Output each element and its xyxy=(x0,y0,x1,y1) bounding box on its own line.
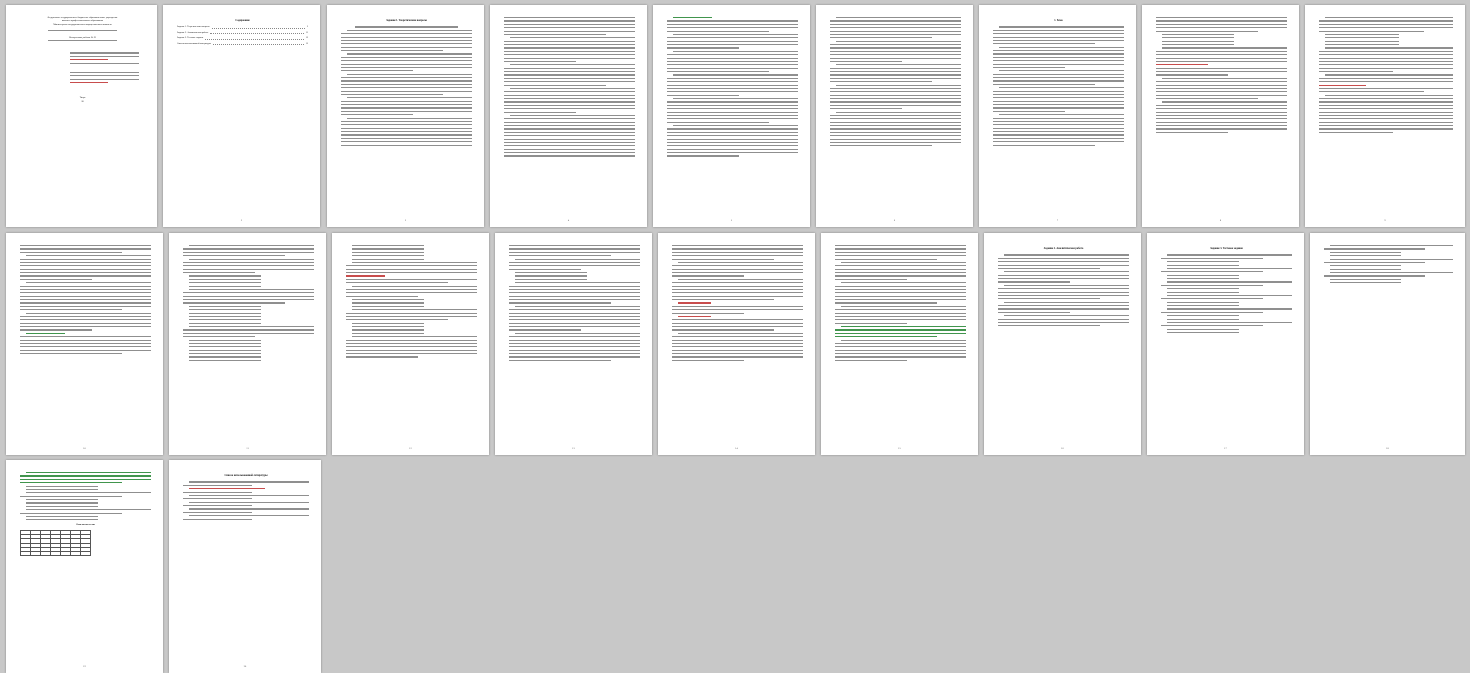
page-number: 4 xyxy=(567,218,570,222)
document-page: 1. Блок 7 xyxy=(979,5,1136,227)
document-page: 8 xyxy=(1142,5,1299,227)
document-page: 11 xyxy=(169,233,326,455)
toc-entry[interactable]: Задание 1. Теоретические вопросы 3 xyxy=(177,26,308,29)
page-number: 8 xyxy=(1219,218,1222,222)
document-page: Задание 2. Аналитическая работа 16 xyxy=(984,233,1141,455)
toc-entry[interactable]: Задание 3. Тестовое задание 13 xyxy=(177,37,308,40)
document-page-references: Список использованной литературы 20 xyxy=(169,460,321,673)
page-number: 20 xyxy=(243,664,247,668)
document-page: 15 xyxy=(821,233,978,455)
toc-entry[interactable]: Задание 2. Аналитическая работа 11 xyxy=(177,32,308,35)
page-number: 2 xyxy=(240,218,243,222)
page-number: 19 xyxy=(83,664,86,668)
page-number: 9 xyxy=(1384,218,1386,222)
document-page: 4 xyxy=(490,5,647,227)
section-heading: 1. Блок xyxy=(1054,19,1063,22)
document-page: 12 xyxy=(332,233,489,455)
page-number: 16 xyxy=(1061,446,1064,450)
document-page-toc: Содержание Задание 1. Теоретические вопр… xyxy=(163,5,320,227)
page-number: 6 xyxy=(893,218,896,222)
document-page: Задание 1. Теоретические вопросы 3 xyxy=(327,5,484,227)
document-page: 13 xyxy=(495,233,652,455)
document-page: 10 xyxy=(6,233,163,455)
page-number: 13 xyxy=(572,446,575,450)
section-heading: Задание 3. Тестовое задание xyxy=(1210,247,1243,250)
document-page: 9 xyxy=(1305,5,1465,227)
document-page: 5 xyxy=(653,5,810,227)
page-number: 12 xyxy=(409,446,412,450)
document-page-cover: Федеральное государственное бюджетное об… xyxy=(6,5,157,227)
references-heading: Список использованной литературы xyxy=(224,474,268,477)
answers-heading: Ответы на тесты xyxy=(76,522,95,526)
page-number: 18 xyxy=(1386,446,1389,450)
section-heading: Задание 2. Аналитическая работа xyxy=(1043,247,1084,250)
document-page: 6 xyxy=(816,5,973,227)
document-page: Задание 3. Тестовое задание 17 xyxy=(1147,233,1304,455)
page-number: 7 xyxy=(1056,218,1059,222)
answers-table xyxy=(20,530,91,557)
section-heading: Задание 1. Теоретические вопросы xyxy=(386,19,427,22)
cover-year: 20 xyxy=(81,100,84,103)
page-number: 15 xyxy=(898,446,901,450)
page-number: 17 xyxy=(1224,446,1227,450)
page-number: 5 xyxy=(730,218,733,222)
page-number: 3 xyxy=(404,218,407,222)
page-number: 10 xyxy=(83,446,86,450)
document-page: 18 xyxy=(1310,233,1465,455)
page-number: 11 xyxy=(246,446,249,450)
toc-entry[interactable]: Список использованной литературы 15 xyxy=(177,43,308,46)
document-page: 14 xyxy=(658,233,815,455)
toc-heading: Содержание xyxy=(235,19,250,22)
cover-header: Федеральное государственное бюджетное об… xyxy=(20,17,145,27)
document-page-answers: Ответы на тесты 19 xyxy=(6,460,163,673)
page-number: 14 xyxy=(735,446,738,450)
